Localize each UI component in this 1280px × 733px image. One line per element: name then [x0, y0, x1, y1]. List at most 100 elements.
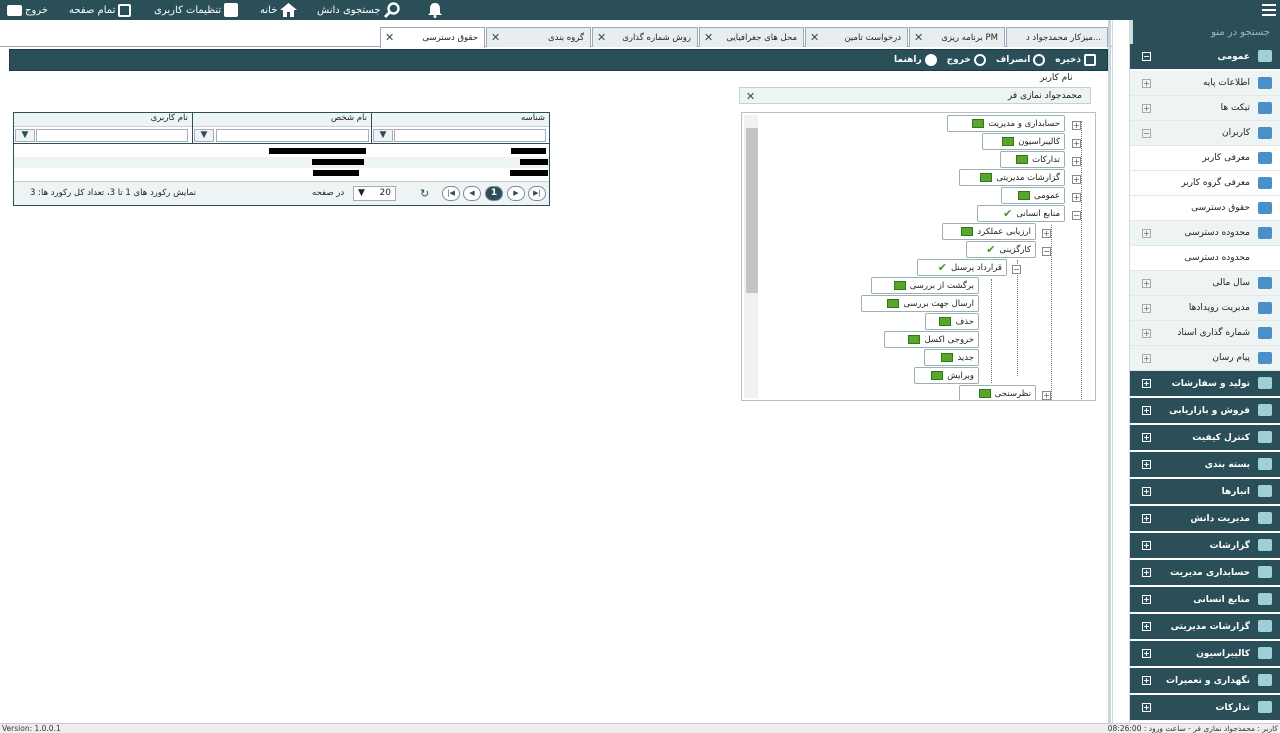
home-link[interactable]: خانه	[260, 3, 298, 17]
expand-toggle[interactable]: +	[1042, 229, 1051, 238]
close-icon[interactable]: ✕	[810, 32, 819, 43]
expand-toggle[interactable]: +	[1142, 304, 1151, 313]
table-row[interactable]	[14, 157, 549, 168]
exit-link[interactable]: خروج	[7, 3, 48, 17]
filter-icon[interactable]: ▼	[373, 129, 393, 142]
expand-toggle[interactable]: −	[1142, 52, 1151, 61]
sidebar-item[interactable]: عمومی −	[1130, 44, 1280, 71]
tree-node[interactable]: ✔ منابع انسانی	[977, 205, 1065, 222]
expand-toggle[interactable]: +	[1142, 433, 1151, 442]
filter-icon[interactable]: ▼	[15, 129, 35, 142]
sidebar-item[interactable]: کاربران −	[1130, 121, 1280, 146]
tree-node[interactable]: نظرسنجی	[959, 385, 1036, 400]
expand-toggle[interactable]: +	[1142, 406, 1151, 415]
expand-toggle[interactable]: +	[1142, 703, 1151, 712]
filter-input-id[interactable]	[394, 129, 546, 142]
knowledge-search-link[interactable]: جستجوی دانش	[317, 2, 400, 18]
expand-toggle[interactable]: +	[1142, 229, 1151, 238]
sidebar-item[interactable]: حسابداری مدیریت +	[1130, 560, 1280, 587]
sidebar-item[interactable]: تدارکات +	[1130, 695, 1280, 722]
tree-node[interactable]: کالیبراسیون	[982, 133, 1065, 150]
clear-icon[interactable]: ✕	[746, 90, 755, 103]
tab-pm-planning[interactable]: ✕ برنامه ریزی PM	[909, 27, 1005, 47]
tab-access-rights[interactable]: ✕ حقوق دسترسی	[380, 27, 485, 48]
help-button[interactable]: راهنما	[894, 54, 937, 66]
column-header-username[interactable]: نام کاربری	[14, 113, 192, 127]
tab-supply-request[interactable]: ✕ درخواست تامین	[805, 27, 908, 47]
sidebar-item[interactable]: کالیبراسیون +	[1130, 641, 1280, 668]
expand-toggle[interactable]: +	[1042, 391, 1051, 400]
sidebar-item[interactable]: محدوده دسترسی +	[1130, 221, 1280, 246]
sidebar-item[interactable]: مدیریت رویدادها +	[1130, 296, 1280, 321]
tree-node[interactable]: تدارکات	[1000, 151, 1065, 168]
expand-toggle[interactable]: +	[1142, 379, 1151, 388]
tab-numbering-method[interactable]: ✕ روش شماره گذاری	[592, 27, 698, 47]
tree-node[interactable]: حسابداری و مدیریت	[947, 115, 1065, 132]
expand-toggle[interactable]: +	[1072, 193, 1081, 202]
user-select[interactable]: ✕ محمدجواد نمازی فر	[739, 87, 1091, 104]
first-page-button[interactable]: |◀	[442, 186, 460, 201]
expand-toggle[interactable]: +	[1072, 139, 1081, 148]
sidebar-item[interactable]: اطلاعات پایه +	[1130, 71, 1280, 96]
filter-input-username[interactable]	[36, 129, 188, 142]
tab-desktop[interactable]: میزکار محمدجواد د...	[1006, 27, 1108, 47]
sidebar-item[interactable]: بسته بندی +	[1130, 452, 1280, 479]
exit-button[interactable]: خروج	[947, 54, 986, 66]
notifications-button[interactable]	[428, 2, 442, 18]
tree-node[interactable]: ✔ قرارداد پرسنل	[917, 259, 1007, 276]
collapse-toggle[interactable]: −	[1072, 211, 1081, 220]
tree-node[interactable]: ویرایش	[914, 367, 979, 384]
expand-toggle[interactable]: +	[1142, 354, 1151, 363]
close-icon[interactable]: ✕	[385, 32, 394, 43]
fullscreen-link[interactable]: تمام صفحه	[69, 3, 132, 17]
expand-toggle[interactable]: +	[1142, 279, 1151, 288]
tree-node[interactable]: جدید	[924, 349, 979, 366]
sidebar-item[interactable]: شماره گذاری اسناد +	[1130, 321, 1280, 346]
tree-scrollbar[interactable]	[744, 115, 758, 398]
sidebar-item[interactable]: انبارها +	[1130, 479, 1280, 506]
sidebar-item[interactable]: پیام رسان +	[1130, 346, 1280, 371]
column-header-id[interactable]: شناسه	[371, 113, 549, 127]
sidebar-item[interactable]: گزارشات +	[1130, 533, 1280, 560]
sidebar-item[interactable]: مدیریت دانش +	[1130, 506, 1280, 533]
collapse-toggle[interactable]: −	[1042, 247, 1051, 256]
expand-toggle[interactable]: +	[1142, 595, 1151, 604]
sidebar-item[interactable]: تیکت ها +	[1130, 96, 1280, 121]
close-icon[interactable]: ✕	[914, 32, 923, 43]
page-size-select[interactable]: ▼ 20	[353, 186, 396, 201]
tab-geo-locations[interactable]: ✕ محل های جغرافیایی	[699, 27, 804, 47]
tree-node[interactable]: ارسال جهت بررسی	[861, 295, 979, 312]
expand-toggle[interactable]: +	[1072, 175, 1081, 184]
expand-toggle[interactable]: +	[1072, 157, 1081, 166]
table-row[interactable]	[14, 168, 549, 179]
table-row[interactable]	[14, 146, 549, 157]
tree-node[interactable]: گزارشات مدیریتی	[959, 169, 1065, 186]
sidebar-item[interactable]: تولید و سفارشات +	[1130, 371, 1280, 398]
sidebar-item[interactable]: گزارشات مدیریتی +	[1130, 614, 1280, 641]
sidebar-item[interactable]: محدوده دسترسی	[1130, 246, 1280, 271]
tree-node[interactable]: عمومی	[1001, 187, 1065, 204]
menu-search-input[interactable]: جستجو در منو	[1130, 20, 1280, 44]
save-button[interactable]: ذخیره	[1055, 54, 1096, 66]
menu-toggle[interactable]	[1262, 3, 1276, 17]
sidebar-item[interactable]: نگهداری و تعمیرات +	[1130, 668, 1280, 695]
prev-page-button[interactable]: ◀	[463, 186, 481, 201]
expand-toggle[interactable]: +	[1142, 487, 1151, 496]
refresh-icon[interactable]: ↻	[420, 187, 429, 200]
tree-node[interactable]: ارزیابی عملکرد	[942, 223, 1036, 240]
collapse-toggle[interactable]: −	[1012, 265, 1021, 274]
tree-node[interactable]: حذف	[925, 313, 979, 330]
last-page-button[interactable]: ▶|	[528, 186, 546, 201]
column-header-person[interactable]: نام شخص	[192, 113, 371, 127]
expand-toggle[interactable]: +	[1142, 676, 1151, 685]
expand-toggle[interactable]: +	[1142, 649, 1151, 658]
user-settings-link[interactable]: تنظیمات کاربری	[154, 3, 239, 17]
expand-toggle[interactable]: +	[1142, 622, 1151, 631]
next-page-button[interactable]: ▶	[507, 186, 525, 201]
cancel-button[interactable]: انصراف	[996, 54, 1046, 66]
tree-node[interactable]: برگشت از بررسی	[871, 277, 979, 294]
filter-input-person[interactable]	[216, 129, 369, 142]
sidebar-splitter[interactable]	[1112, 20, 1130, 723]
sidebar-item[interactable]: منابع انسانی +	[1130, 587, 1280, 614]
expand-toggle[interactable]: +	[1142, 104, 1151, 113]
